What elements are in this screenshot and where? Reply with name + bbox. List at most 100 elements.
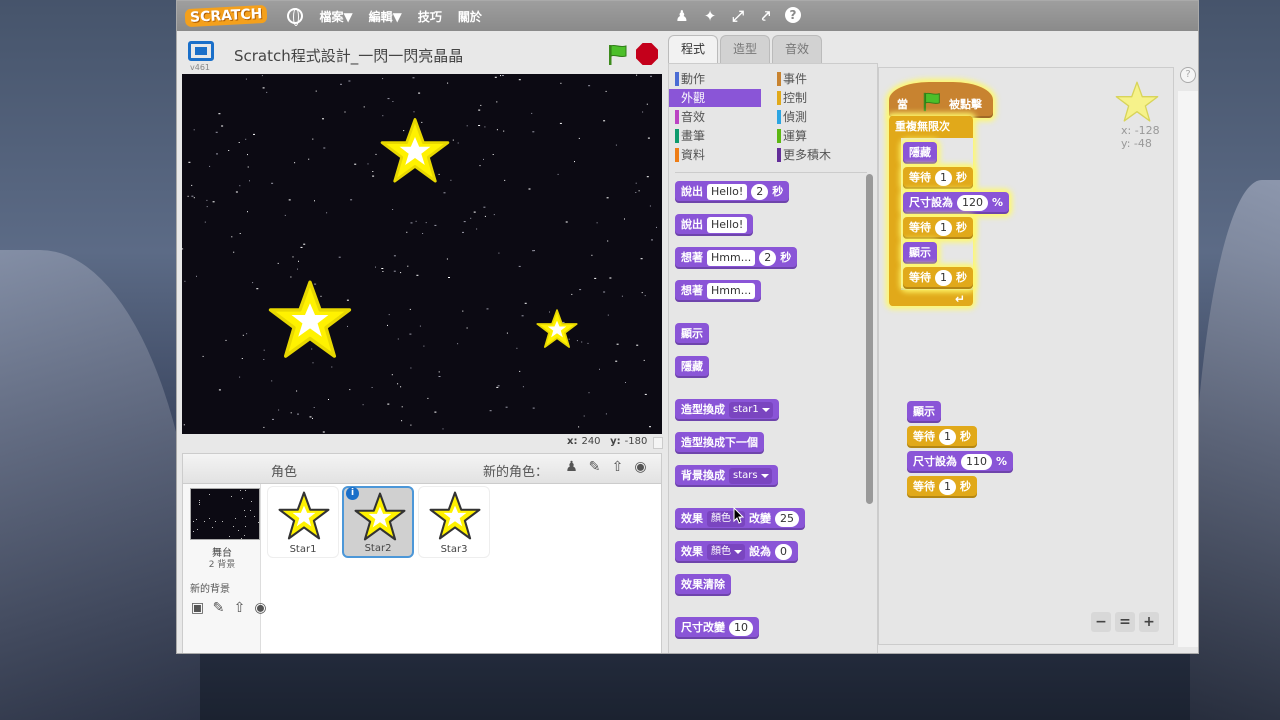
block-text-field[interactable]: Hmm... (707, 283, 756, 299)
show-block[interactable]: 顯示 (675, 323, 709, 345)
block-number-field[interactable]: 1 (939, 429, 956, 445)
category-more-blocks[interactable]: 更多積木 (771, 146, 863, 164)
switch-backdrop-block[interactable]: 背景換成 stars (675, 465, 778, 487)
wait-block[interactable]: 等待 1 秒 (907, 426, 977, 448)
category-looks[interactable]: 外觀 (669, 89, 761, 107)
tab-costumes[interactable]: 造型 (720, 35, 771, 63)
block-number-field[interactable]: 1 (935, 270, 952, 286)
category-motion[interactable]: 動作 (669, 70, 761, 88)
think-block[interactable]: 想著 Hmm... (675, 280, 762, 302)
category-sensing[interactable]: 偵測 (771, 108, 863, 126)
clear-effects-block[interactable]: 效果清除 (675, 574, 731, 596)
tab-sounds[interactable]: 音效 (772, 35, 823, 63)
thumbnail-star-dot (254, 516, 255, 517)
shrink-icon[interactable]: ⤤ (757, 7, 775, 25)
zoom-out-icon[interactable]: − (1091, 612, 1111, 632)
block-number-field[interactable]: 2 (751, 184, 769, 200)
stage-collapse-handle[interactable] (653, 437, 663, 449)
menu-file[interactable]: 檔案▼ (319, 8, 352, 25)
block-number-field[interactable]: 10 (729, 620, 753, 636)
star1-sprite[interactable] (380, 116, 450, 186)
set-effect-block[interactable]: 效果 顏色 設為 0 (675, 541, 798, 563)
block-number-field[interactable]: 110 (961, 454, 992, 470)
presentation-mode-icon[interactable] (188, 41, 214, 61)
set-size-block[interactable]: 尺寸設為 120 % (903, 192, 1010, 214)
show-block[interactable]: 顯示 (907, 401, 941, 423)
stage-canvas[interactable] (182, 74, 662, 434)
category-pen[interactable]: 畫筆 (669, 127, 761, 145)
next-costume-block[interactable]: 造型換成下一個 (675, 432, 764, 454)
duplicate-stamp-icon[interactable]: ♟ (673, 7, 691, 25)
background-star-dot (528, 188, 531, 190)
block-number-field[interactable]: 120 (957, 195, 988, 211)
sprite-tile-star2[interactable]: i Star2 (342, 486, 414, 558)
scripts-area[interactable]: 當 被點擊 重複無限次 ↵ 隱藏 等待 1 秒 尺寸設為 120 % 等待 1 … (878, 67, 1174, 645)
green-flag-icon[interactable] (606, 43, 630, 67)
scripts-scroll-track[interactable] (1178, 91, 1198, 647)
wait-block[interactable]: 等待 1 秒 (903, 267, 973, 289)
say-block[interactable]: 說出 Hello! (675, 214, 754, 236)
star3-sprite[interactable] (536, 308, 578, 350)
category-data[interactable]: 資料 (669, 146, 761, 164)
block-number-field[interactable]: 1 (939, 479, 956, 495)
category-sound[interactable]: 音效 (669, 108, 761, 126)
block-text-field[interactable]: Hmm... (707, 250, 756, 266)
paint-brush-icon[interactable]: ✎ (586, 459, 603, 476)
sprite-tile-star1[interactable]: Star1 (267, 486, 339, 558)
say-for-secs-block[interactable]: 說出 Hello! 2 秒 (675, 181, 790, 203)
hide-block[interactable]: 隱藏 (675, 356, 709, 378)
backdrop-camera-icon[interactable]: ◉ (252, 600, 269, 617)
backdrop-dropdown[interactable]: stars (729, 468, 772, 484)
zoom-controls: − = + (1091, 612, 1159, 632)
palette-scrollbar[interactable] (866, 174, 873, 504)
wait-block[interactable]: 等待 1 秒 (903, 167, 973, 189)
stage-thumbnail[interactable] (190, 488, 260, 540)
block-number-field[interactable]: 25 (775, 511, 799, 527)
menu-tips[interactable]: 技巧 (418, 8, 442, 25)
background-star-dot (496, 101, 498, 103)
choose-sprite-library-icon[interactable]: ♟ (563, 459, 580, 476)
zoom-reset-icon[interactable]: = (1115, 612, 1135, 632)
costume-dropdown[interactable]: star1 (729, 402, 773, 418)
camera-icon[interactable]: ◉ (632, 459, 649, 476)
block-number-field[interactable]: 1 (935, 170, 952, 186)
set-size-block[interactable]: 尺寸設為 110 % (907, 451, 1014, 473)
block-text-field[interactable]: Hello! (707, 217, 748, 233)
think-for-secs-block[interactable]: 想著 Hmm... 2 秒 (675, 247, 798, 269)
wait-block[interactable]: 等待 1 秒 (903, 217, 973, 239)
when-flag-clicked-hat-block[interactable]: 當 被點擊 (889, 82, 993, 118)
menu-about[interactable]: 關於 (458, 8, 482, 25)
wait-block[interactable]: 等待 1 秒 (907, 476, 977, 498)
delete-scissors-icon[interactable]: ✦ (701, 7, 719, 25)
change-size-block[interactable]: 尺寸改變 10 (675, 617, 759, 639)
category-control[interactable]: 控制 (771, 89, 863, 107)
zoom-in-icon[interactable]: + (1139, 612, 1159, 632)
stop-sign-icon[interactable] (636, 43, 658, 65)
backdrop-upload-icon[interactable]: ⇧ (231, 600, 248, 617)
tab-scripts[interactable]: 程式 (668, 35, 719, 63)
show-block[interactable]: 顯示 (903, 242, 937, 264)
background-star-dot (212, 201, 215, 203)
backdrop-paint-icon[interactable]: ✎ (210, 600, 227, 617)
scratch-logo[interactable]: SCRATCH (184, 4, 268, 28)
menu-edit[interactable]: 編輯▼ (369, 8, 402, 25)
hide-block[interactable]: 隱藏 (903, 142, 937, 164)
grow-icon[interactable]: ⤢ (729, 7, 747, 25)
background-star-dot (588, 85, 591, 87)
help-icon[interactable]: ? (1180, 67, 1196, 83)
block-text-field[interactable]: Hello! (707, 184, 748, 200)
project-title[interactable]: Scratch程式設計_一閃一閃亮晶晶 (234, 45, 463, 66)
upload-icon[interactable]: ⇧ (609, 459, 626, 476)
globe-icon[interactable] (287, 8, 304, 26)
block-number-field[interactable]: 1 (935, 220, 952, 236)
effect-dropdown[interactable]: 顏色 (707, 544, 745, 560)
switch-costume-block[interactable]: 造型換成 star1 (675, 399, 779, 421)
block-number-field[interactable]: 2 (759, 250, 777, 266)
sprite-tile-star3[interactable]: Star3 (418, 486, 490, 558)
category-events[interactable]: 事件 (771, 70, 863, 88)
backdrop-library-icon[interactable]: ▣ (189, 600, 206, 617)
star2-sprite[interactable] (268, 278, 352, 362)
block-number-field[interactable]: 0 (775, 544, 792, 560)
block-help-icon[interactable]: ? (785, 7, 801, 23)
category-operators[interactable]: 運算 (771, 127, 863, 145)
